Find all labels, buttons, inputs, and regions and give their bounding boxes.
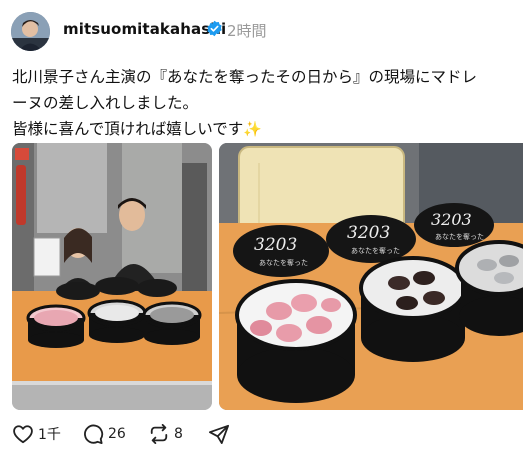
threads-post: mitsuomitakahashi 2時間 北川景子さん主演の『あなたを奪ったそ… xyxy=(0,0,523,450)
svg-text:あなたを奪った: あなたを奪った xyxy=(435,232,484,241)
svg-text:あなたを奪った: あなたを奪った xyxy=(351,246,400,255)
post-time[interactable]: 2時間 xyxy=(227,20,267,41)
comment-button[interactable]: 26 xyxy=(82,424,148,444)
lid-number-3: 3203 xyxy=(431,210,472,229)
post-caption: 北川景子さん主演の『あなたを奪ったその日から』の現場にマドレ ーヌの差し入れしま… xyxy=(12,64,512,142)
share-button[interactable] xyxy=(208,424,230,444)
username[interactable]: mitsuomitakahashi xyxy=(63,20,226,38)
send-icon xyxy=(209,424,229,444)
lid-number-2: 3203 xyxy=(347,223,390,243)
caption-text: 皆様に喜んで頂ければ嬉しいです xyxy=(12,120,244,138)
caption-line: 北川景子さん主演の『あなたを奪ったその日から』の現場にマドレ xyxy=(12,68,478,86)
lid-number-1: 3203 xyxy=(254,235,297,255)
post-photo-2[interactable]: 3203 あなたを奪った 3203 あなたを奪った 3203 あなたを奪った xyxy=(219,143,523,410)
repost-count: 8 xyxy=(174,426,183,442)
verified-badge-icon xyxy=(207,20,222,37)
svg-text:あなたを奪った: あなたを奪った xyxy=(259,258,308,267)
post-photo-1[interactable] xyxy=(12,143,212,410)
like-button[interactable]: 1千 xyxy=(12,424,82,444)
sparkles-icon: ✨ xyxy=(243,120,262,138)
caption-line: ーヌの差し入れしました。 xyxy=(12,94,199,112)
comment-count: 26 xyxy=(108,426,126,442)
post-actions: 1千 26 8 xyxy=(12,424,230,444)
like-count: 1千 xyxy=(38,427,61,443)
repost-button[interactable]: 8 xyxy=(148,424,208,444)
heart-icon xyxy=(13,425,33,444)
caption-line: 皆様に喜んで頂ければ嬉しいです✨ xyxy=(12,116,512,142)
avatar[interactable] xyxy=(11,12,50,51)
repost-icon xyxy=(150,424,168,444)
comment-icon xyxy=(84,424,104,444)
